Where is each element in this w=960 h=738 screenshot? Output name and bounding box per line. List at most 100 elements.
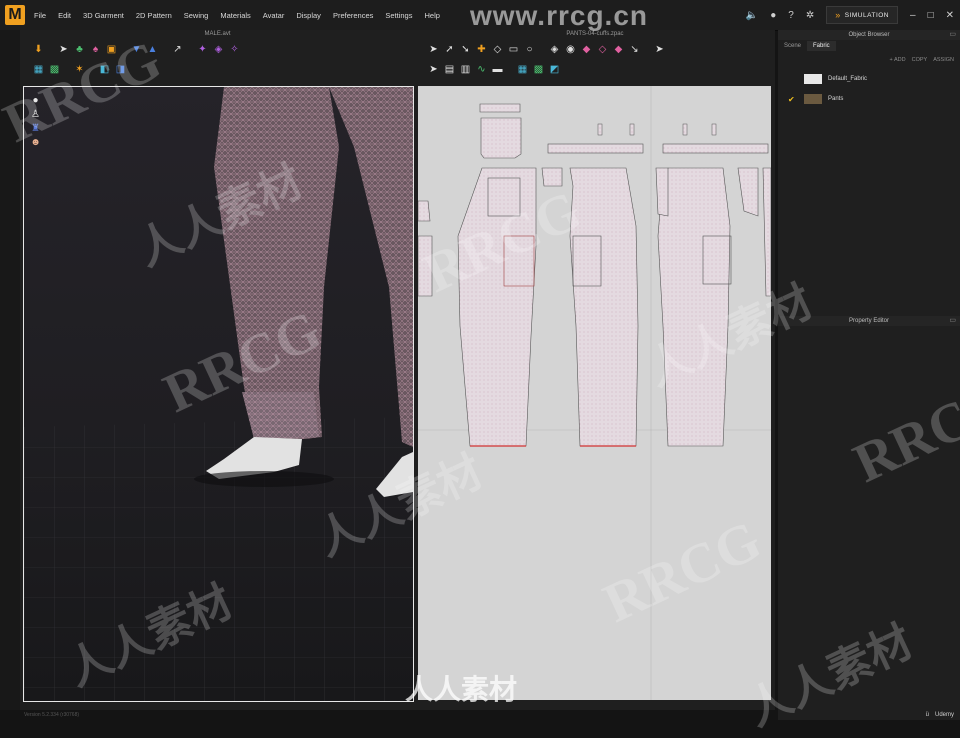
app-logo: M — [5, 5, 25, 25]
pleat-icon[interactable]: ◆ — [612, 43, 625, 56]
menu-preferences[interactable]: Preferences — [333, 11, 373, 20]
check-icon: ✔ — [788, 94, 795, 104]
edit-texture-icon[interactable]: ▦ — [516, 63, 529, 76]
menu-3d-garment[interactable]: 3D Garment — [83, 11, 124, 20]
fabric-item-default[interactable]: Default_Fabric — [778, 69, 960, 89]
menu-display[interactable]: Display — [296, 11, 321, 20]
menu-avatar[interactable]: Avatar — [263, 11, 285, 20]
fabric-item-pants[interactable]: ✔ Pants — [778, 89, 960, 109]
zipper-icon[interactable]: ◨ — [114, 63, 127, 76]
copy-fabric-button[interactable]: COPY — [912, 57, 928, 63]
measure-icon[interactable]: ↗ — [171, 43, 184, 56]
object-browser-title: Object Browser — [848, 32, 890, 38]
pattern-waistband-2 — [662, 143, 769, 154]
menu-materials[interactable]: Materials — [220, 11, 250, 20]
m-n-sewing-icon[interactable]: ▥ — [459, 63, 472, 76]
transform-pattern-icon[interactable]: ➤ — [427, 43, 440, 56]
fabric-swatch — [804, 74, 822, 84]
3d-scene — [24, 87, 413, 701]
free-sewing-icon[interactable]: ▤ — [443, 63, 456, 76]
menu-2d-pattern[interactable]: 2D Pattern — [136, 11, 172, 20]
pattern-pocket — [480, 117, 522, 159]
avatar-arrange-icon[interactable]: ✦ — [196, 43, 209, 56]
watermark-logo: 人人素材 — [405, 674, 518, 705]
add-point-icon[interactable]: ✚ — [475, 43, 488, 56]
fabric-name: Default_Fabric — [828, 76, 868, 82]
polygon-icon[interactable]: ◇ — [491, 43, 504, 56]
dart-icon[interactable]: ◆ — [580, 43, 593, 56]
avatar-point-icon[interactable]: ◈ — [212, 43, 225, 56]
help-icon[interactable]: ? — [788, 10, 794, 21]
3d-viewport[interactable]: ● ♙ ♜ ☻ — [23, 86, 414, 702]
menu-file[interactable]: File — [34, 11, 46, 20]
minimize-icon[interactable]: – — [910, 10, 916, 21]
texture-grid-icon[interactable]: ▩ — [48, 63, 61, 76]
volume-icon[interactable]: 🔈 — [746, 10, 758, 21]
edit-curvature-icon[interactable]: ➘ — [459, 43, 472, 56]
topstitch-icon[interactable]: ◧ — [98, 63, 111, 76]
simulation-arrow-icon[interactable]: ⬇ — [32, 43, 45, 56]
texture-2d-icon[interactable]: ▩ — [532, 63, 545, 76]
status-bar: Version 5.2.334 (r30768) — [0, 710, 778, 720]
pin-icon[interactable]: ▣ — [105, 43, 118, 56]
avatar-window-title: MALE.avt — [204, 31, 231, 37]
notch-icon[interactable]: ↘ — [628, 43, 641, 56]
internal-circle-icon[interactable]: ◉ — [564, 43, 577, 56]
menu-edit[interactable]: Edit — [58, 11, 71, 20]
pattern-canvas — [418, 86, 771, 700]
toolbar-2d-row-2: ➤ ▤ ▥ ∿ ▬ ▦ ▩ ◩ — [415, 59, 775, 79]
sewing-edit-icon[interactable]: ➤ — [427, 63, 440, 76]
circle-icon[interactable]: ○ — [523, 43, 536, 56]
avatar-tape-icon[interactable]: ✧ — [228, 43, 241, 56]
simulation-button[interactable]: » SIMULATION — [826, 6, 898, 24]
graphic-2d-icon[interactable]: ◩ — [548, 63, 561, 76]
user-icon[interactable]: ● — [770, 10, 776, 21]
fabric-actions: + ADD COPY ASSIGN — [778, 51, 960, 69]
menu-settings[interactable]: Settings — [385, 11, 412, 20]
avatar-window: MALE.avt ⬇ ➤ ♣ ♠ ▣ ▼ ▲ ↗ ✦ ◈ ✧ ▦ ▩ ✶ ◧ ◨… — [20, 30, 415, 710]
close-icon[interactable]: ✕ — [946, 10, 954, 21]
object-browser-header: Object Browser ▭ — [778, 30, 960, 40]
check-sewing-icon[interactable]: ▬ — [491, 63, 504, 76]
maximize-icon[interactable]: □ — [928, 10, 934, 21]
top-right-icons: 🔈 ● ? ✲ » SIMULATION – □ ✕ — [746, 0, 954, 30]
graphic-icon[interactable]: ✶ — [73, 63, 86, 76]
left-sidebar — [0, 30, 20, 720]
garment-icon[interactable]: ♣ — [73, 43, 86, 56]
rectangle-icon[interactable]: ▭ — [507, 43, 520, 56]
assign-fabric-button[interactable]: ASSIGN — [933, 57, 954, 63]
simulation-label: SIMULATION — [844, 11, 889, 19]
udemy-icon: ü — [925, 712, 929, 718]
trace-icon[interactable]: ◇ — [596, 43, 609, 56]
pattern-waistband-1 — [547, 143, 644, 154]
toolbar-3d-row-2: ▦ ▩ ✶ ◧ ◨ — [20, 59, 415, 79]
property-editor-title: Property Editor — [848, 318, 890, 324]
menu-sewing[interactable]: Sewing — [184, 11, 209, 20]
menu-help[interactable]: Help — [424, 11, 439, 20]
udemy-label: Udemy — [934, 712, 954, 718]
tab-fabric[interactable]: Fabric — [807, 41, 836, 51]
pattern-window: PANTS-04-cuffs.zpac ➤ ➚ ➘ ✚ ◇ ▭ ○ ◈ ◉ ◆ … — [415, 30, 775, 710]
pant-leg-left-mesh — [214, 87, 339, 439]
segment-sewing-icon[interactable]: ➤ — [653, 43, 666, 56]
tack-icon[interactable]: ∿ — [475, 63, 488, 76]
version-text: Version 5.2.334 (r30768) — [24, 712, 80, 718]
edit-point-icon[interactable]: ➚ — [443, 43, 456, 56]
tab-scene[interactable]: Scene — [778, 41, 807, 51]
shirt-icon[interactable]: ▼ — [130, 43, 143, 56]
panel-float-icon[interactable]: ▭ — [949, 316, 956, 326]
watermark-url: www.rrcg.cn — [470, 0, 649, 31]
right-panel: Object Browser ▭ Scene Fabric + ADD COPY… — [778, 30, 960, 720]
settings-icon[interactable]: ✲ — [806, 10, 814, 21]
internal-polygon-icon[interactable]: ◈ — [548, 43, 561, 56]
texture-select-icon[interactable]: ▦ — [32, 63, 45, 76]
object-browser-tabs: Scene Fabric — [778, 41, 960, 51]
select-move-icon[interactable]: ➤ — [57, 43, 70, 56]
pants-icon[interactable]: ▲ — [146, 43, 159, 56]
2d-pattern-viewport[interactable] — [418, 86, 771, 700]
add-fabric-button[interactable]: + ADD — [890, 57, 906, 63]
fold-icon[interactable]: ♠ — [89, 43, 102, 56]
floor-grid — [24, 417, 413, 701]
panel-float-icon[interactable]: ▭ — [949, 30, 956, 40]
pattern-pocket-flap — [479, 103, 521, 113]
